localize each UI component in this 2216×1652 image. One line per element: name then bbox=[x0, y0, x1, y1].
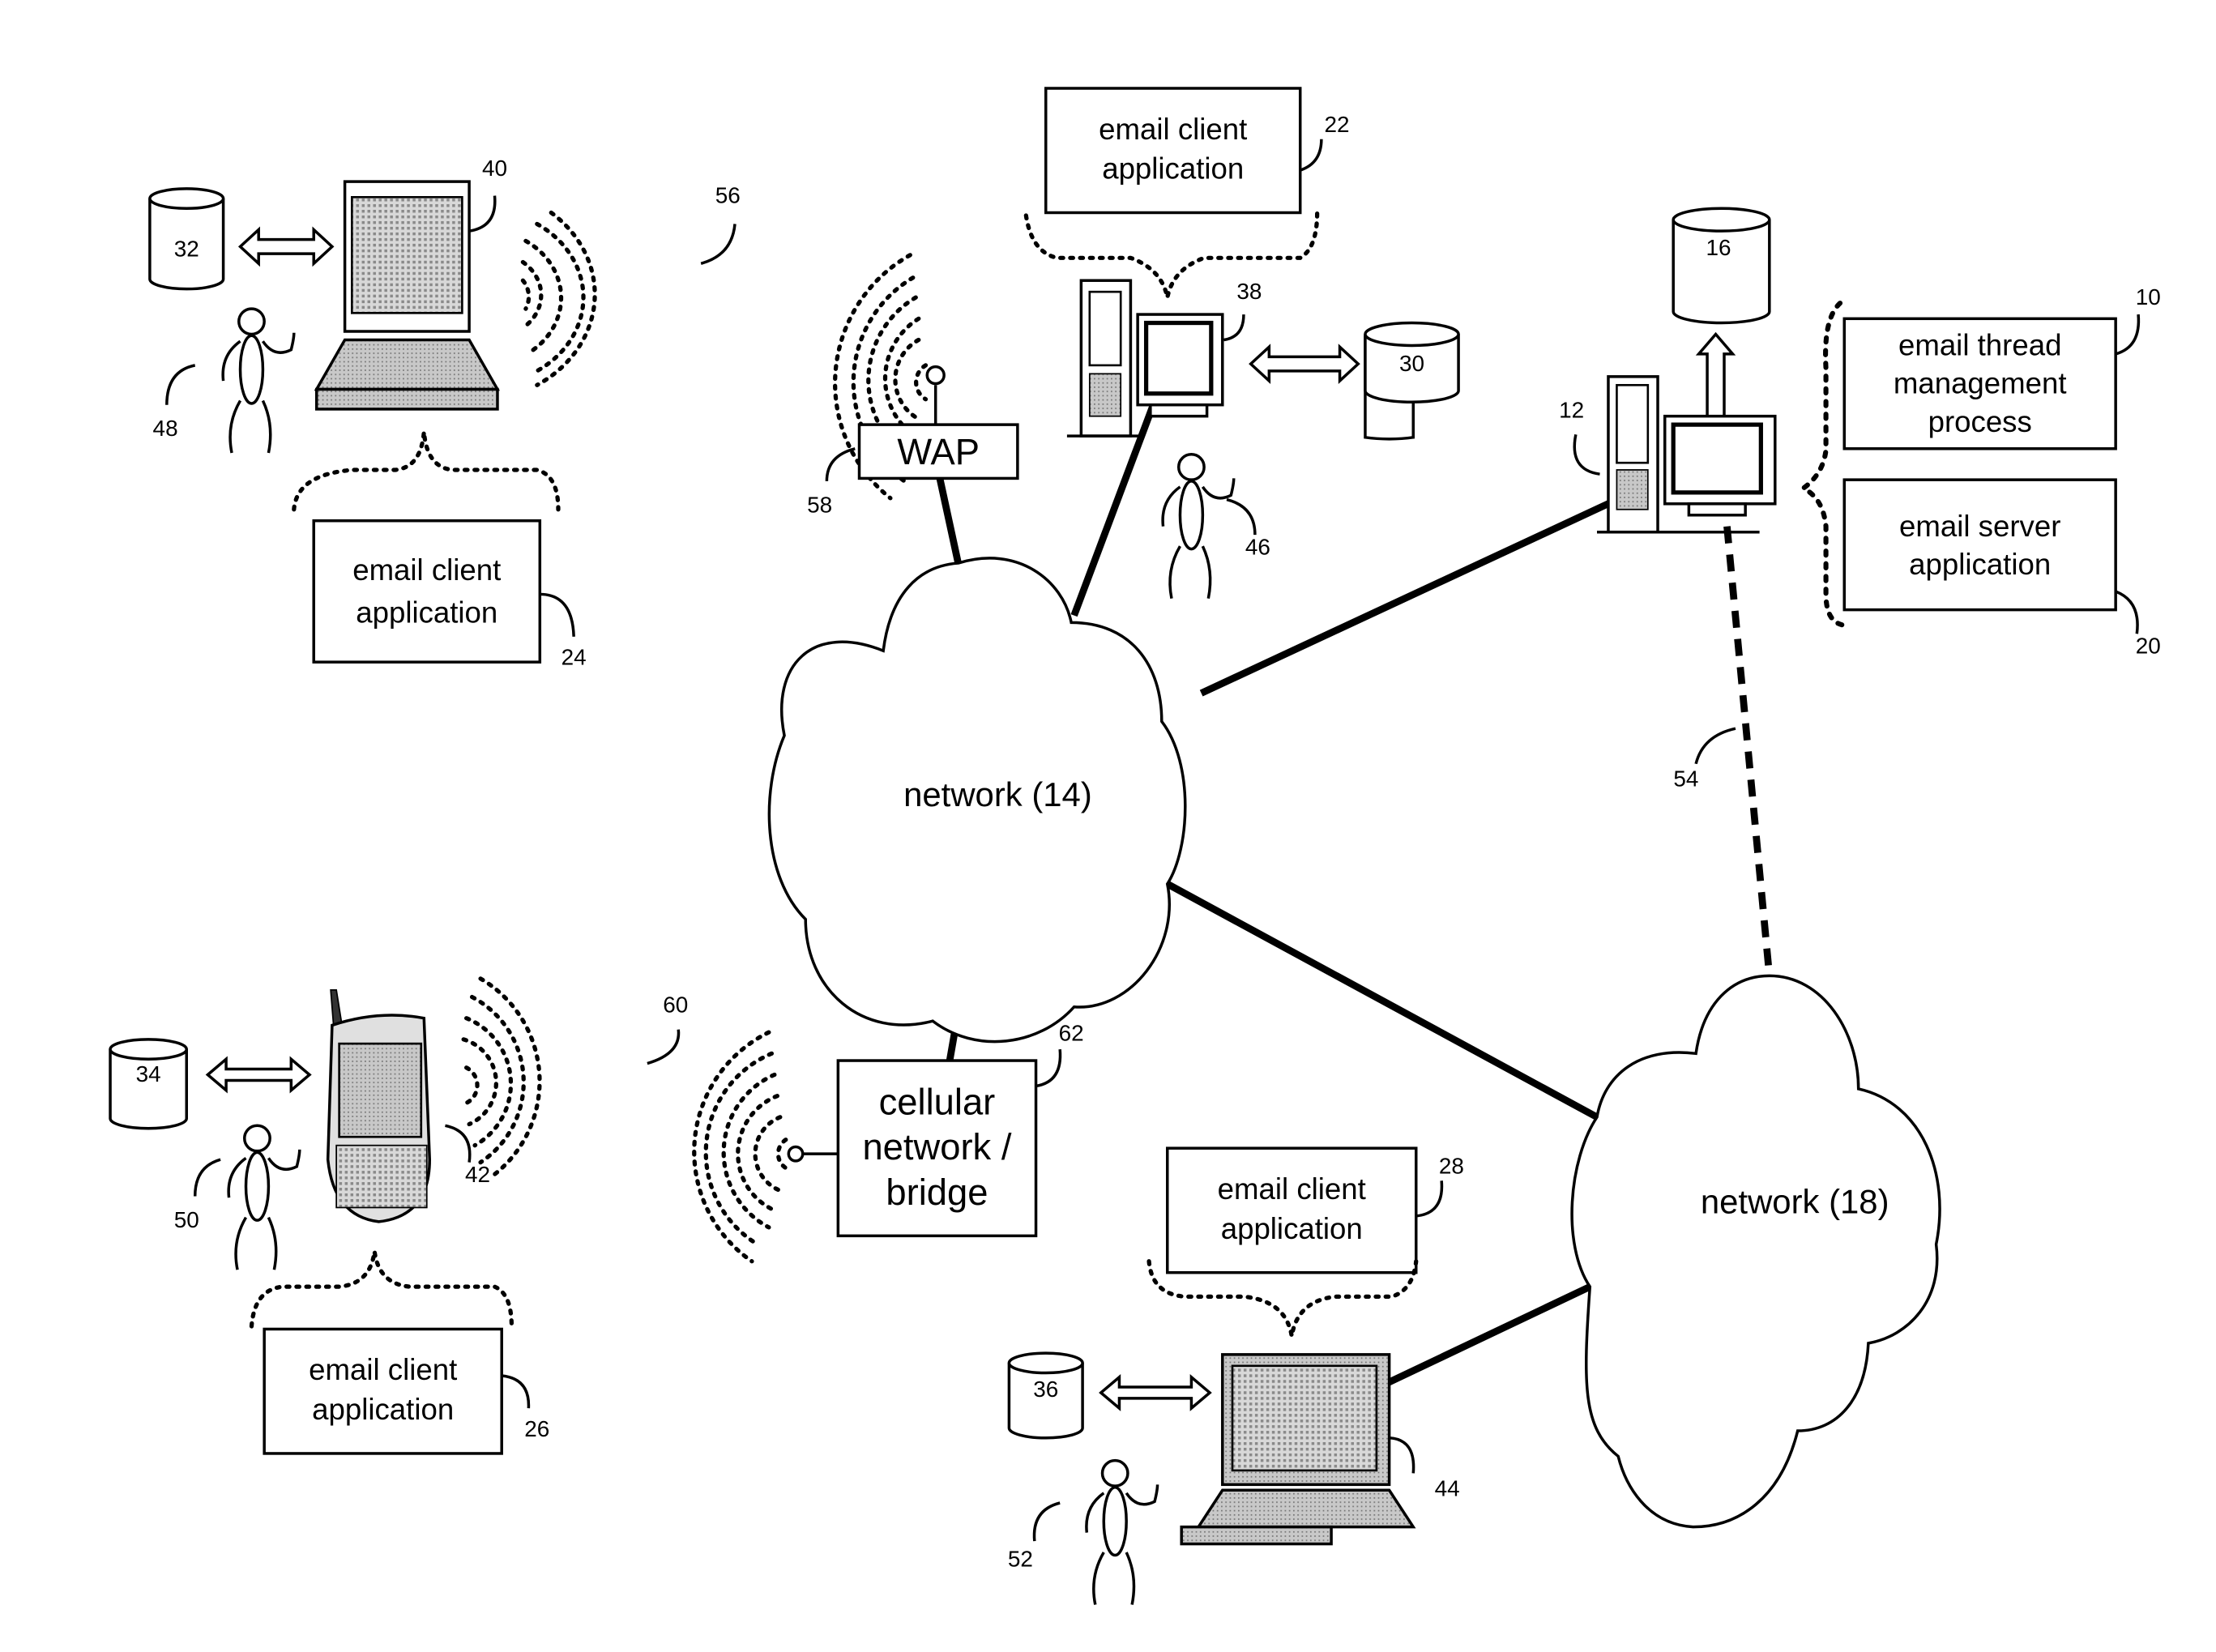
database-36-label: 36 bbox=[1033, 1377, 1058, 1402]
email-client-22-line1: email client bbox=[1099, 113, 1247, 146]
double-arrow-icon bbox=[1099, 1374, 1212, 1411]
double-arrow-icon bbox=[205, 1056, 312, 1094]
database-32[interactable]: 32 bbox=[148, 187, 225, 291]
cellular-line1: cellular bbox=[879, 1081, 996, 1122]
email-client-26-line1: email client bbox=[309, 1353, 457, 1386]
wireless-signal-icon bbox=[520, 210, 597, 387]
ref-28: 28 bbox=[1439, 1154, 1464, 1179]
user-52 bbox=[1085, 1458, 1159, 1607]
link-54-dashed bbox=[1723, 526, 1774, 976]
database-34-label: 34 bbox=[136, 1061, 161, 1086]
email-client-26-line2: application bbox=[312, 1393, 454, 1426]
ref-38: 38 bbox=[1236, 279, 1262, 304]
email-server-line2: application bbox=[1909, 548, 2051, 581]
double-arrow-icon bbox=[237, 226, 335, 267]
network-18-cloud[interactable]: network (18) bbox=[1570, 974, 1941, 1529]
email-client-24-line2: application bbox=[356, 595, 497, 629]
email-client-28-line2: application bbox=[1221, 1212, 1363, 1245]
brace-server bbox=[1798, 301, 1847, 628]
link-network14-network18 bbox=[1165, 881, 1599, 1121]
thread-mgmt-line3: process bbox=[1928, 405, 2032, 438]
ref-22: 22 bbox=[1325, 112, 1350, 137]
cellular-bridge-62[interactable]: cellular network / bridge bbox=[836, 1059, 1038, 1238]
wireless-signal-icon bbox=[692, 1030, 788, 1264]
ref-54: 54 bbox=[1673, 766, 1698, 792]
brace-26 bbox=[249, 1251, 515, 1329]
database-30[interactable]: 30 bbox=[1364, 321, 1460, 441]
desktop-38[interactable] bbox=[1066, 279, 1224, 438]
server-12[interactable] bbox=[1597, 375, 1777, 534]
database-36[interactable]: 36 bbox=[1007, 1351, 1084, 1440]
database-30-label: 30 bbox=[1399, 351, 1424, 376]
ref-24: 24 bbox=[561, 645, 587, 670]
email-server-box-20[interactable]: email server application bbox=[1842, 478, 2117, 612]
link-server12-network14 bbox=[1199, 499, 1613, 697]
user-48 bbox=[221, 307, 296, 455]
ref-60: 60 bbox=[663, 992, 688, 1018]
ref-42: 42 bbox=[465, 1162, 490, 1187]
ref-40: 40 bbox=[482, 156, 507, 181]
link-laptop44-network18 bbox=[1386, 1283, 1592, 1386]
laptop-44[interactable] bbox=[1180, 1353, 1416, 1546]
ref-48: 48 bbox=[153, 416, 178, 441]
ref-10: 10 bbox=[2136, 284, 2161, 309]
database-16-label: 16 bbox=[1706, 235, 1731, 260]
ref-52: 52 bbox=[1008, 1546, 1033, 1571]
email-client-24-line1: email client bbox=[352, 553, 501, 587]
network-18-label: network (18) bbox=[1701, 1182, 1889, 1220]
thread-mgmt-line1: email thread bbox=[1898, 329, 2061, 362]
database-16[interactable]: 16 bbox=[1672, 207, 1771, 325]
email-client-box-24[interactable]: email client application bbox=[312, 519, 542, 664]
ref-20: 20 bbox=[2136, 634, 2161, 659]
ref-26: 26 bbox=[524, 1416, 549, 1441]
email-client-28-line1: email client bbox=[1218, 1172, 1366, 1206]
network-14-cloud[interactable]: network (14) bbox=[767, 557, 1187, 1044]
ref-58: 58 bbox=[807, 492, 832, 517]
cellular-line3: bridge bbox=[886, 1172, 988, 1213]
database-32-label: 32 bbox=[174, 237, 199, 262]
email-server-line1: email server bbox=[1899, 510, 2060, 543]
email-client-22-line2: application bbox=[1102, 152, 1244, 186]
user-50 bbox=[227, 1124, 301, 1271]
phone-42[interactable] bbox=[326, 988, 431, 1223]
ref-50: 50 bbox=[174, 1207, 199, 1232]
wap-58[interactable]: WAP bbox=[857, 423, 1019, 480]
email-client-box-22[interactable]: email client application bbox=[1044, 87, 1302, 215]
laptop-40[interactable] bbox=[314, 180, 500, 411]
ref-46: 46 bbox=[1245, 535, 1270, 560]
wireless-signal-icon bbox=[461, 976, 542, 1179]
network-14-label: network (14) bbox=[903, 775, 1092, 813]
email-client-box-26[interactable]: email client application bbox=[263, 1327, 503, 1455]
user-46 bbox=[1161, 453, 1236, 600]
link-wap-network14 bbox=[936, 477, 962, 564]
ref-44: 44 bbox=[1435, 1475, 1460, 1500]
thread-management-box-10[interactable]: email thread management process bbox=[1842, 317, 2117, 450]
brace-24 bbox=[292, 431, 561, 512]
wap-label: WAP bbox=[897, 431, 980, 472]
ref-12: 12 bbox=[1559, 397, 1584, 422]
thread-mgmt-line2: management bbox=[1894, 367, 2067, 400]
ref-56: 56 bbox=[715, 182, 741, 207]
email-client-box-28[interactable]: email client application bbox=[1166, 1146, 1418, 1274]
network-diagram: network (14) network (18) 32 40 48 email… bbox=[109, 87, 2161, 1607]
database-34[interactable]: 34 bbox=[109, 1038, 188, 1130]
brace-22 bbox=[1023, 210, 1320, 298]
double-arrow-icon bbox=[1249, 344, 1360, 385]
cellular-line2: network / bbox=[862, 1126, 1011, 1167]
ref-62: 62 bbox=[1059, 1021, 1084, 1046]
